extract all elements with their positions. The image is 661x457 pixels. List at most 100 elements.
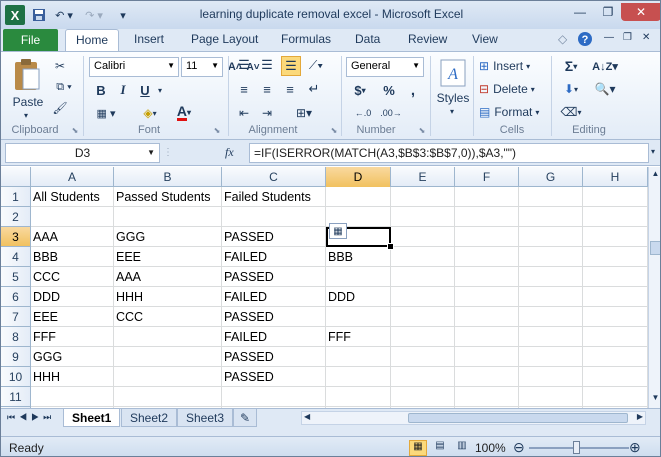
align-middle-icon[interactable]: ☰ [258,56,276,74]
cell-a1[interactable]: All Students [31,187,114,207]
cell-c11[interactable] [222,387,326,407]
cell-c1[interactable]: Failed Students [222,187,326,207]
increase-decimal-icon[interactable]: ←.0 [351,104,375,122]
cell-h11[interactable] [583,387,648,407]
cell-h2[interactable] [583,207,648,227]
tab-file[interactable]: File [3,29,58,51]
find-select-icon[interactable]: 🔍▾ [591,80,619,98]
zoom-level[interactable]: 100% [475,441,506,455]
alignment-launcher-icon[interactable]: ⬊ [329,124,339,136]
minimize-button[interactable]: — [567,3,593,21]
cell-b5[interactable]: AAA [114,267,222,287]
fill-color-icon[interactable]: ◈ ▾ [137,104,163,122]
copy-icon[interactable]: ⧉ ▾ [51,79,77,95]
align-center-icon[interactable]: ≡ [258,80,276,98]
cell-g5[interactable] [519,267,583,287]
underline-button[interactable]: U [137,81,153,99]
currency-button[interactable]: $ ▾ [349,81,371,99]
cell-h1[interactable] [583,187,648,207]
underline-dropdown-icon[interactable]: ▾ [154,81,166,99]
align-left-icon[interactable]: ≡ [235,80,253,98]
tab-page-layout[interactable]: Page Layout [191,32,258,46]
close-button[interactable]: ✕ [621,3,660,21]
cell-c7[interactable]: PASSED [222,307,326,327]
worksheet-grid[interactable]: A B C D E F G H 1 All Students Passed Stud… [1,167,648,408]
cell-c4[interactable]: FAILED [222,247,326,267]
scroll-left-icon[interactable]: ◀ [304,412,310,421]
italic-button[interactable]: I [115,81,131,99]
cell-b8[interactable] [114,327,222,347]
cell-f7[interactable] [455,307,519,327]
cell-f6[interactable] [455,287,519,307]
cell-d11[interactable] [326,387,391,407]
paste-button[interactable]: Paste [11,94,45,110]
cell-e8[interactable] [391,327,455,347]
tab-review[interactable]: Review [408,32,447,46]
styles-icon[interactable]: A [439,58,467,88]
clear-icon[interactable]: ⌫ ▾ [559,103,583,121]
horizontal-scroll-thumb[interactable] [408,413,628,423]
cell-a2[interactable] [31,207,114,227]
cell-d6[interactable]: DDD [326,287,391,307]
row-header-4[interactable]: 4 [1,247,31,267]
sheet-tab-sheet2[interactable]: Sheet2 [121,409,178,427]
cut-icon[interactable]: ✂ [51,58,69,74]
tab-data[interactable]: Data [355,32,380,46]
cell-b3[interactable]: GGG [114,227,222,247]
wrap-text-icon[interactable]: ↵ [305,80,323,98]
cell-c6[interactable]: FAILED [222,287,326,307]
tab-home[interactable]: Home [65,29,120,52]
cell-e10[interactable] [391,367,455,387]
tab-formulas[interactable]: Formulas [281,32,331,46]
row-header-8[interactable]: 8 [1,327,31,347]
cell-f2[interactable] [455,207,519,227]
cell-g9[interactable] [519,347,583,367]
cell-e6[interactable] [391,287,455,307]
cell-a7[interactable]: EEE [31,307,114,327]
cell-c9[interactable]: PASSED [222,347,326,367]
cell-f9[interactable] [455,347,519,367]
cell-b2[interactable] [114,207,222,227]
cell-f1[interactable] [455,187,519,207]
cell-e2[interactable] [391,207,455,227]
new-sheet-icon[interactable]: ✎ [233,409,258,427]
format-cells-button[interactable]: ▤ Format ▾ [479,103,545,121]
column-header-e[interactable]: E [391,167,455,187]
row-header-10[interactable]: 10 [1,367,31,387]
restore-button[interactable]: ❐ [595,3,621,21]
tab-insert[interactable]: Insert [134,32,164,46]
row-header-3[interactable]: 3 [1,227,31,247]
cell-g1[interactable] [519,187,583,207]
paste-icon[interactable] [9,56,45,94]
cell-g4[interactable] [519,247,583,267]
decrease-indent-icon[interactable]: ⇤ [235,104,253,122]
clipboard-launcher-icon[interactable]: ⬊ [70,124,80,136]
page-layout-view-icon[interactable]: ▤ [431,440,449,456]
column-header-d[interactable]: D [326,167,391,187]
cell-b11[interactable] [114,387,222,407]
styles-dropdown-icon[interactable]: ▾ [445,106,459,116]
orientation-icon[interactable]: ⟋▾ [305,56,327,74]
column-header-a[interactable]: A [31,167,114,187]
cell-d9[interactable] [326,347,391,367]
cell-e5[interactable] [391,267,455,287]
cell-c10[interactable]: PASSED [222,367,326,387]
font-launcher-icon[interactable]: ⬊ [212,124,222,136]
cell-h9[interactable] [583,347,648,367]
cell-f5[interactable] [455,267,519,287]
sheet-nav-icons[interactable]: ⏮◀▶⏭ [7,412,55,423]
scroll-right-icon[interactable]: ▶ [637,412,643,421]
column-header-g[interactable]: G [519,167,583,187]
cell-d10[interactable] [326,367,391,387]
insert-function-button[interactable]: fx [225,145,234,160]
row-header-9[interactable]: 9 [1,347,31,367]
cell-a9[interactable]: GGG [31,347,114,367]
vertical-scroll-thumb[interactable] [650,241,660,255]
cell-b4[interactable]: EEE [114,247,222,267]
cell-c5[interactable]: PASSED [222,267,326,287]
format-painter-icon[interactable]: 🖌 [51,100,69,116]
column-header-h[interactable]: H [583,167,648,187]
sheet-tab-sheet3[interactable]: Sheet3 [177,409,234,427]
formula-input[interactable]: =IF(ISERROR(MATCH(A3,$B$3:$B$7,0)),$A3,"… [249,143,649,163]
cell-a6[interactable]: DDD [31,287,114,307]
